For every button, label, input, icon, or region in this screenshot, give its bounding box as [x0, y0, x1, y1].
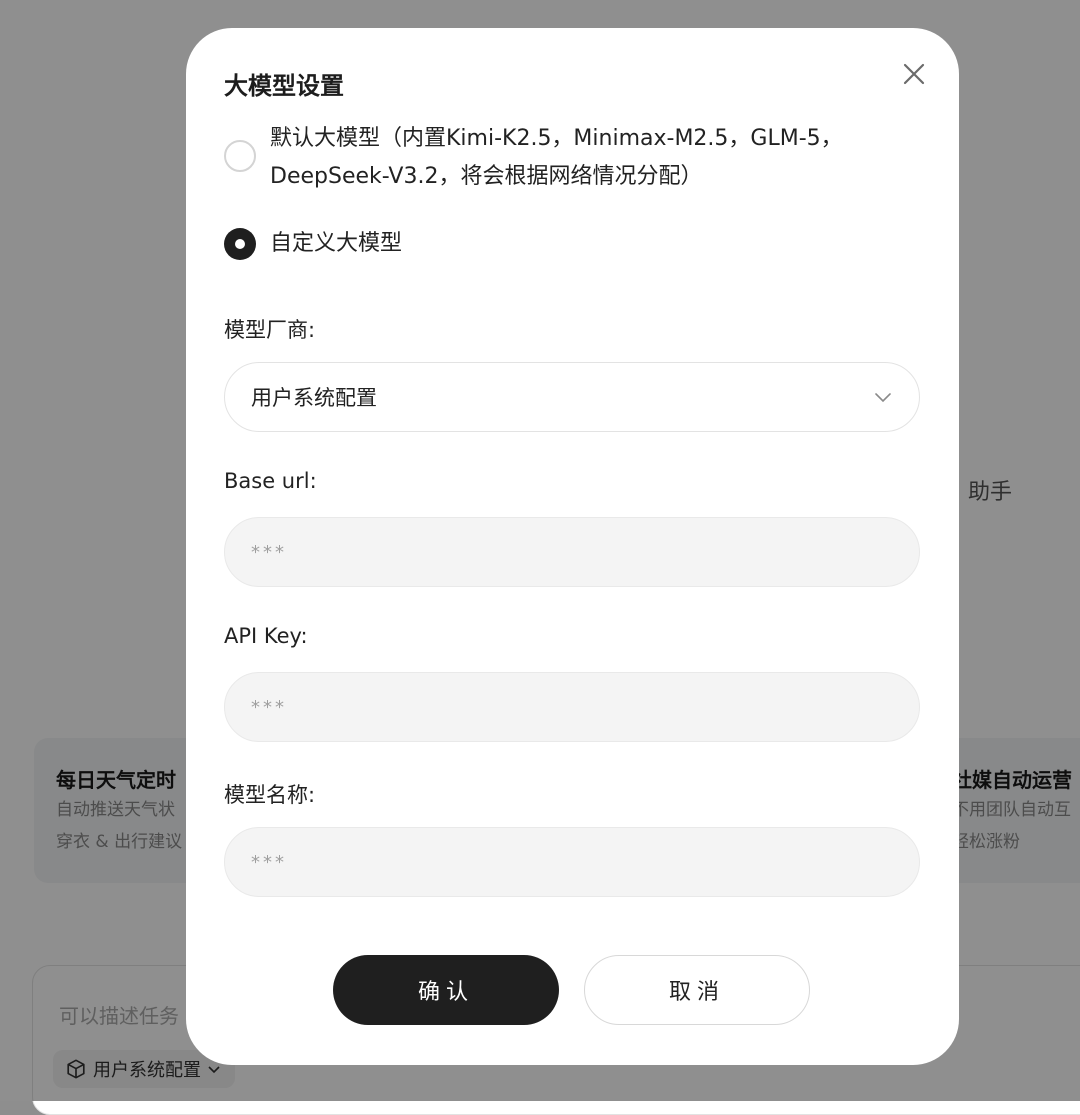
dialog-title: 大模型设置: [224, 72, 344, 100]
option-default-model[interactable]: 默认大模型（内置Kimi-K2.5，Minimax-M2.5，GLM-5，Dee…: [224, 120, 880, 196]
chevron-down-icon: [875, 393, 891, 403]
cancel-button[interactable]: 取消: [584, 955, 810, 1025]
model-name-input[interactable]: [224, 827, 920, 897]
close-icon: [903, 63, 925, 85]
option-default-model-label: 默认大模型（内置Kimi-K2.5，Minimax-M2.5，GLM-5，Dee…: [270, 126, 843, 189]
model-name-label: 模型名称:: [224, 783, 316, 807]
close-button[interactable]: [898, 58, 930, 90]
vendor-select[interactable]: 用户系统配置: [224, 362, 920, 432]
base-url-input[interactable]: [224, 517, 920, 587]
radio-default-model[interactable]: [224, 140, 256, 172]
option-custom-model-label: 自定义大模型: [270, 231, 403, 256]
option-custom-model[interactable]: 自定义大模型: [224, 228, 402, 263]
confirm-button[interactable]: 确认: [333, 955, 559, 1025]
api-key-label: API Key:: [224, 624, 308, 648]
model-settings-dialog: 大模型设置 默认大模型（内置Kimi-K2.5，Minimax-M2.5，GLM…: [186, 28, 959, 1065]
base-url-label: Base url:: [224, 469, 317, 493]
vendor-select-value: 用户系统配置: [251, 386, 377, 410]
radio-custom-model[interactable]: [224, 228, 256, 260]
vendor-label: 模型厂商:: [224, 318, 316, 342]
api-key-input[interactable]: [224, 672, 920, 742]
